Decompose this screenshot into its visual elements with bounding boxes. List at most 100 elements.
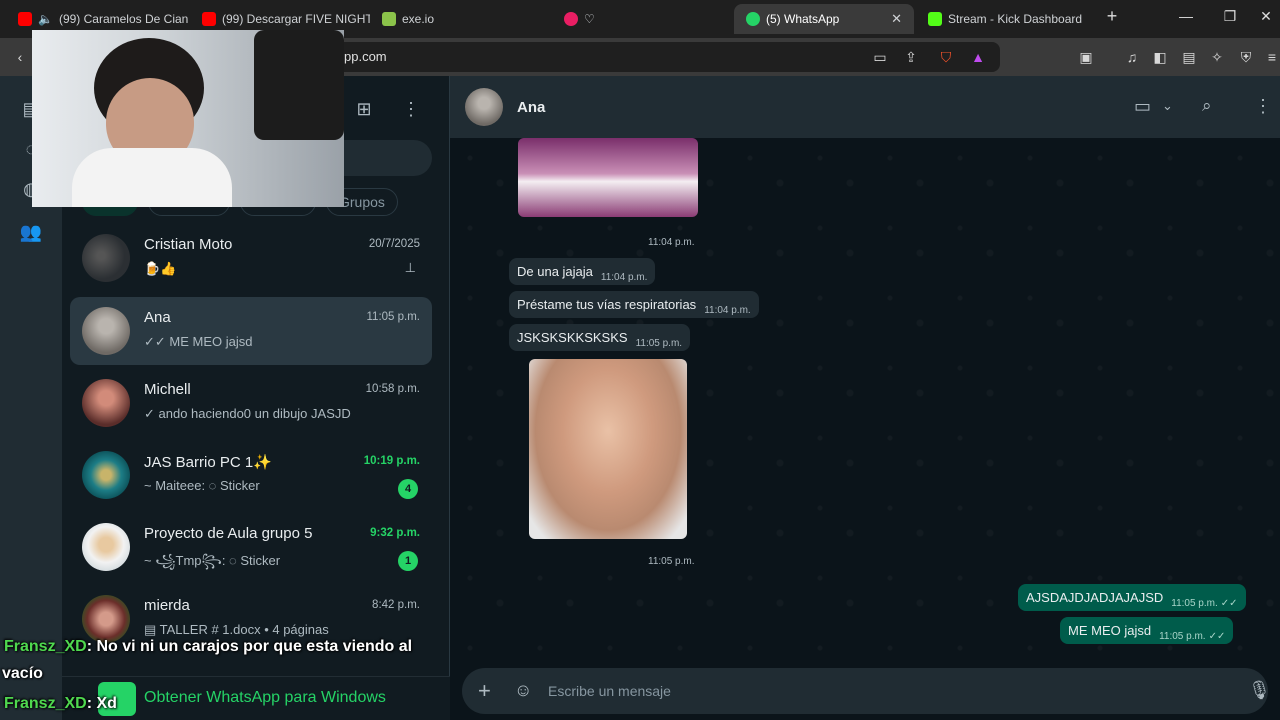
tab-label: Stream - Kick Dashboard [948,12,1083,26]
chat-name: Cristian Moto [144,236,233,253]
new-tab-icon[interactable]: + [1102,6,1122,27]
conversation-header: Ana ▭ ⌄ ⌕ ⋮ [450,76,1280,138]
message-time: 11:05 p.m. [1171,598,1218,609]
outgoing-message: AJSDAJDJADJAJAJSD 11:05 p.m. ✓✓ [1018,584,1246,611]
get-whatsapp-banner[interactable]: Obtener WhatsApp para Windows [62,676,450,720]
chat-item-michell[interactable]: Michell 10:58 p.m. ✓ ando haciendo0 un d… [70,369,432,437]
get-whatsapp-link[interactable]: Obtener WhatsApp para Windows [144,689,386,707]
avatar [82,595,130,643]
wallet-icon[interactable]: ▤ [1179,47,1199,67]
emoji-icon[interactable]: ☺ [514,680,532,701]
youtube-icon [18,12,32,26]
image-message[interactable] [518,138,698,217]
tab-kick-dashboard[interactable]: Stream - Kick Dashboard [916,4,1096,34]
chat-name: JAS Barrio PC 1✨ [144,454,272,471]
chat-preview: ▤ TALLER # 1.docx • 4 páginas [144,622,329,637]
pin-icon: ⊥ [404,260,416,275]
brave-rewards-icon[interactable]: ▲ [968,47,988,67]
chat-name: Michell [144,381,191,398]
tab-pinterest[interactable]: ♡ [552,4,732,34]
back-icon[interactable]: ‹ [10,47,30,67]
message-text: JSKSKSKKSKSKS [517,330,628,345]
chat-message: : Xd [86,695,117,712]
leo-ai-icon[interactable]: ✧ [1207,47,1227,67]
tab-label: (99) Descargar FIVE NIGHT [222,12,370,26]
black-bag [254,30,344,140]
message-time: 11:04 p.m. [704,305,751,316]
stream-chat-line: Fransz_XD: Xd [4,695,117,713]
message-time: 11:04 p.m. [600,272,648,283]
tab-whatsapp[interactable]: (5) WhatsApp ✕ [734,4,914,34]
avatar [82,234,130,282]
message-text: AJSDAJDJADJAJAJSD [1026,590,1164,605]
new-chat-icon[interactable]: ⊞ [351,96,377,122]
address-bar[interactable]: pp.com [310,42,1000,72]
sidebar-icon[interactable]: ◧ [1150,47,1170,67]
chat-preview: ✓ ando haciendo0 un dibujo JASJD [144,406,351,421]
incoming-message: De una jajaja 11:04 p.m. [509,258,656,285]
menu-dots-icon[interactable]: ⋮ [1254,96,1272,117]
double-check-icon: ✓✓ [1220,598,1238,609]
message-text: Préstame tus vías respiratorias [517,297,697,312]
message-input[interactable]: Escribe un mensaje [548,683,671,699]
double-check-icon: ✓✓ [1208,631,1226,642]
message-text: De una jajaja [517,264,593,279]
chat-message: vacío [2,665,43,682]
person-shirt [72,148,232,207]
whatsapp-icon [746,12,760,26]
webcam-overlay [32,30,344,207]
chat-message: : No vi ni un carajos por que esta viend… [86,638,413,655]
message-time: 11:05 p.m. [1159,631,1206,642]
chat-time: 10:19 p.m. [363,455,420,467]
chat-name: mierda [144,597,190,614]
stream-chat-line: Fransz_XD: No vi ni un carajos por que e… [4,638,412,656]
image-message[interactable] [529,359,687,539]
reader-mode-icon[interactable]: ▣ [1076,47,1096,67]
chat-item-proyecto-aula[interactable]: Proyecto de Aula grupo 5 9:32 p.m. ~ ꧁Tm… [70,513,432,581]
brave-shield-icon[interactable]: ⛉ [936,47,956,67]
menu-icon[interactable]: ≡ [1262,47,1280,67]
menu-dots-icon[interactable]: ⋮ [398,96,424,122]
chat-preview: 🍺👍 [144,261,177,276]
chat-item-cristian-moto[interactable]: Cristian Moto 20/7/2025 🍺👍 ⊥ [70,224,432,292]
video-call-icon[interactable]: ▭ [1134,96,1151,117]
minimize-icon[interactable]: — [1176,8,1196,24]
cast-icon[interactable]: ▭ [870,47,890,67]
unread-badge: 4 [398,479,418,499]
contact-name[interactable]: Ana [517,99,545,116]
avatar [82,379,130,427]
chat-time: 10:58 p.m. [365,383,420,395]
microphone-icon[interactable]: 🎙 [1248,680,1271,701]
outgoing-message: ME MEO jajsd 11:05 p.m. ✓✓ [1060,617,1234,644]
chat-time: 8:42 p.m. [372,599,420,611]
chat-item-ana[interactable]: Ana 11:05 p.m. ✓✓ ME MEO jajsd [70,297,432,365]
chat-time: 20/7/2025 [368,238,420,250]
music-icon[interactable]: ♫ [1122,47,1142,67]
tab-exe-io[interactable]: exe.io [370,4,550,34]
compose-bar: + ☺ Escribe un mensaje 🎙 [462,668,1271,714]
stream-chat-line: vacío [2,665,43,683]
unread-badge: 1 [398,551,418,571]
speaker-icon: 🔈 [38,12,53,26]
share-icon[interactable]: ⇪ [901,47,921,67]
communities-icon[interactable]: 👥 [18,219,44,245]
vpn-icon[interactable]: ⛨ [1236,47,1256,67]
chat-item-jas-barrio[interactable]: JAS Barrio PC 1✨ 10:19 p.m. ~ Maiteee: ◌… [70,441,432,509]
chevron-down-icon[interactable]: ⌄ [1162,98,1173,114]
chat-username: Fransz_XD [4,695,87,712]
close-window-icon[interactable]: ✕ [1256,8,1276,25]
message-time: 11:04 p.m. [648,237,695,248]
chip-label: Grupos [339,194,385,210]
tab-label: (5) WhatsApp [766,12,840,26]
attach-plus-icon[interactable]: + [478,678,491,704]
chat-time: 11:05 p.m. [366,311,421,323]
message-composer: + ☺ Escribe un mensaje 🎙 [450,666,1280,720]
close-icon[interactable]: ✕ [891,11,902,27]
restore-icon[interactable]: ❐ [1220,8,1240,25]
tab-label: exe.io [402,12,435,26]
pinterest-icon [564,12,578,26]
search-icon[interactable]: ⌕ [1202,96,1212,116]
contact-avatar[interactable] [465,88,503,126]
chat-name: Ana [144,309,171,326]
chat-preview: ✓✓ ME MEO jajsd [144,334,253,349]
